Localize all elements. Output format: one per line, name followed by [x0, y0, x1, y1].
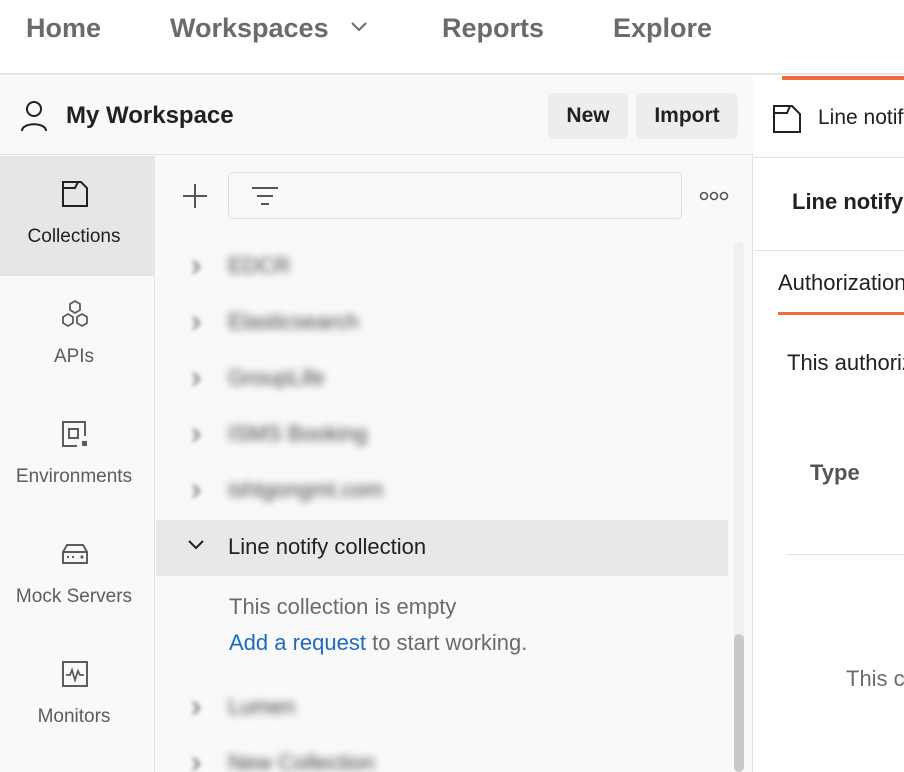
nav-workspaces-label: Workspaces — [170, 13, 329, 43]
sidebar-item-collections[interactable]: Collections — [0, 156, 155, 276]
collection-row[interactable]: Elasticsearch — [156, 295, 728, 351]
sidebar-item-monitors[interactable]: Monitors — [0, 636, 155, 756]
tab-label: Line notify collection — [818, 106, 904, 129]
add-request-link[interactable]: Add a request — [229, 630, 366, 655]
collection-name: ishtgongmt.com — [228, 477, 384, 502]
collection-row[interactable]: GroupLife — [156, 351, 728, 407]
collections-icon — [62, 181, 88, 207]
collection-name: GroupLife — [228, 365, 325, 390]
chevron-right-icon — [192, 484, 201, 498]
collection-name: EDCR — [228, 253, 291, 278]
chevron-right-icon — [192, 372, 201, 386]
more-options-icon[interactable] — [699, 191, 729, 201]
user-icon — [21, 101, 47, 132]
chevron-right-icon — [192, 428, 201, 442]
tab-authorization[interactable]: Authorization — [778, 270, 904, 296]
collection-name: ISMS Booking — [228, 421, 368, 446]
apis-icon — [62, 299, 88, 328]
collection-row[interactable]: New Collection — [156, 736, 728, 772]
collection-row[interactable]: Lumen — [156, 680, 728, 736]
tab-strip: Line notify collection — [754, 80, 904, 158]
chevron-down-icon — [351, 22, 367, 32]
collection-name: Lumen — [228, 694, 296, 719]
add-request-suffix: to start working. — [365, 630, 528, 655]
scrollbar-thumb[interactable] — [734, 634, 744, 772]
chevron-down-icon — [188, 540, 204, 550]
sidebar-item-label: Monitors — [37, 706, 111, 727]
request-title[interactable]: Line notify collection — [792, 189, 904, 215]
tab-authorization-underline — [778, 312, 904, 315]
collection-icon — [773, 105, 801, 133]
sidebar-item-label: Collections — [27, 226, 121, 247]
nav-explore[interactable]: Explore — [613, 12, 712, 44]
sidebar-item-label: Mock Servers — [15, 586, 133, 607]
chevron-right-icon — [192, 260, 201, 274]
filter-icon — [252, 187, 278, 205]
chevron-right-icon — [192, 316, 201, 330]
sidebar-item-environments[interactable]: Environments — [0, 396, 155, 516]
filter-input[interactable] — [228, 172, 682, 219]
nav-home[interactable]: Home — [26, 12, 101, 44]
nav-workspaces[interactable]: Workspaces — [170, 12, 368, 44]
environments-icon — [62, 421, 87, 447]
mock-servers-icon — [62, 544, 88, 564]
nav-reports[interactable]: Reports — [442, 12, 544, 44]
plus-icon[interactable] — [181, 182, 209, 210]
monitors-icon — [62, 661, 88, 687]
sidebar-rail: Collections APIs Environments Mock Serve… — [0, 156, 155, 772]
sidebar-item-label: Environments — [15, 466, 133, 487]
empty-collection-hint: Add a request to start working. — [229, 630, 527, 656]
auth-empty-text: This collection does not use any auth — [846, 666, 904, 691]
new-button[interactable]: New — [548, 93, 628, 139]
sidebar-item-label: APIs — [53, 346, 95, 367]
divider — [786, 554, 904, 555]
chevron-right-icon — [192, 701, 201, 715]
type-label: Type — [810, 460, 860, 485]
workspace-title[interactable]: My Workspace — [66, 101, 234, 131]
sidebar-item-apis[interactable]: APIs — [0, 276, 155, 396]
top-navigation: Home Workspaces Reports Explore — [0, 0, 904, 75]
empty-collection-text: This collection is empty — [229, 594, 457, 619]
sidebar-item-mock-servers[interactable]: Mock Servers — [0, 516, 155, 636]
workspace-header: My Workspace New Import — [0, 76, 753, 155]
collection-row[interactable]: ishtgongmt.com — [156, 463, 728, 519]
chevron-right-icon — [192, 757, 201, 771]
authorization-description: This authorization method will be used — [787, 350, 904, 375]
request-panel: Line notify collection Line notify colle… — [754, 76, 904, 772]
tab-line-notify[interactable]: Line notify collection — [754, 80, 904, 158]
collection-row[interactable]: ISMS Booking — [156, 407, 728, 463]
collection-row[interactable]: EDCR — [156, 239, 728, 295]
divider — [754, 250, 904, 251]
collection-name: Line notify collection — [228, 534, 427, 559]
collection-name: New Collection — [228, 750, 375, 772]
collection-name: Elasticsearch — [228, 309, 359, 334]
import-button[interactable]: Import — [636, 93, 738, 139]
collection-row-line-notify[interactable]: Line notify collection — [156, 520, 728, 576]
